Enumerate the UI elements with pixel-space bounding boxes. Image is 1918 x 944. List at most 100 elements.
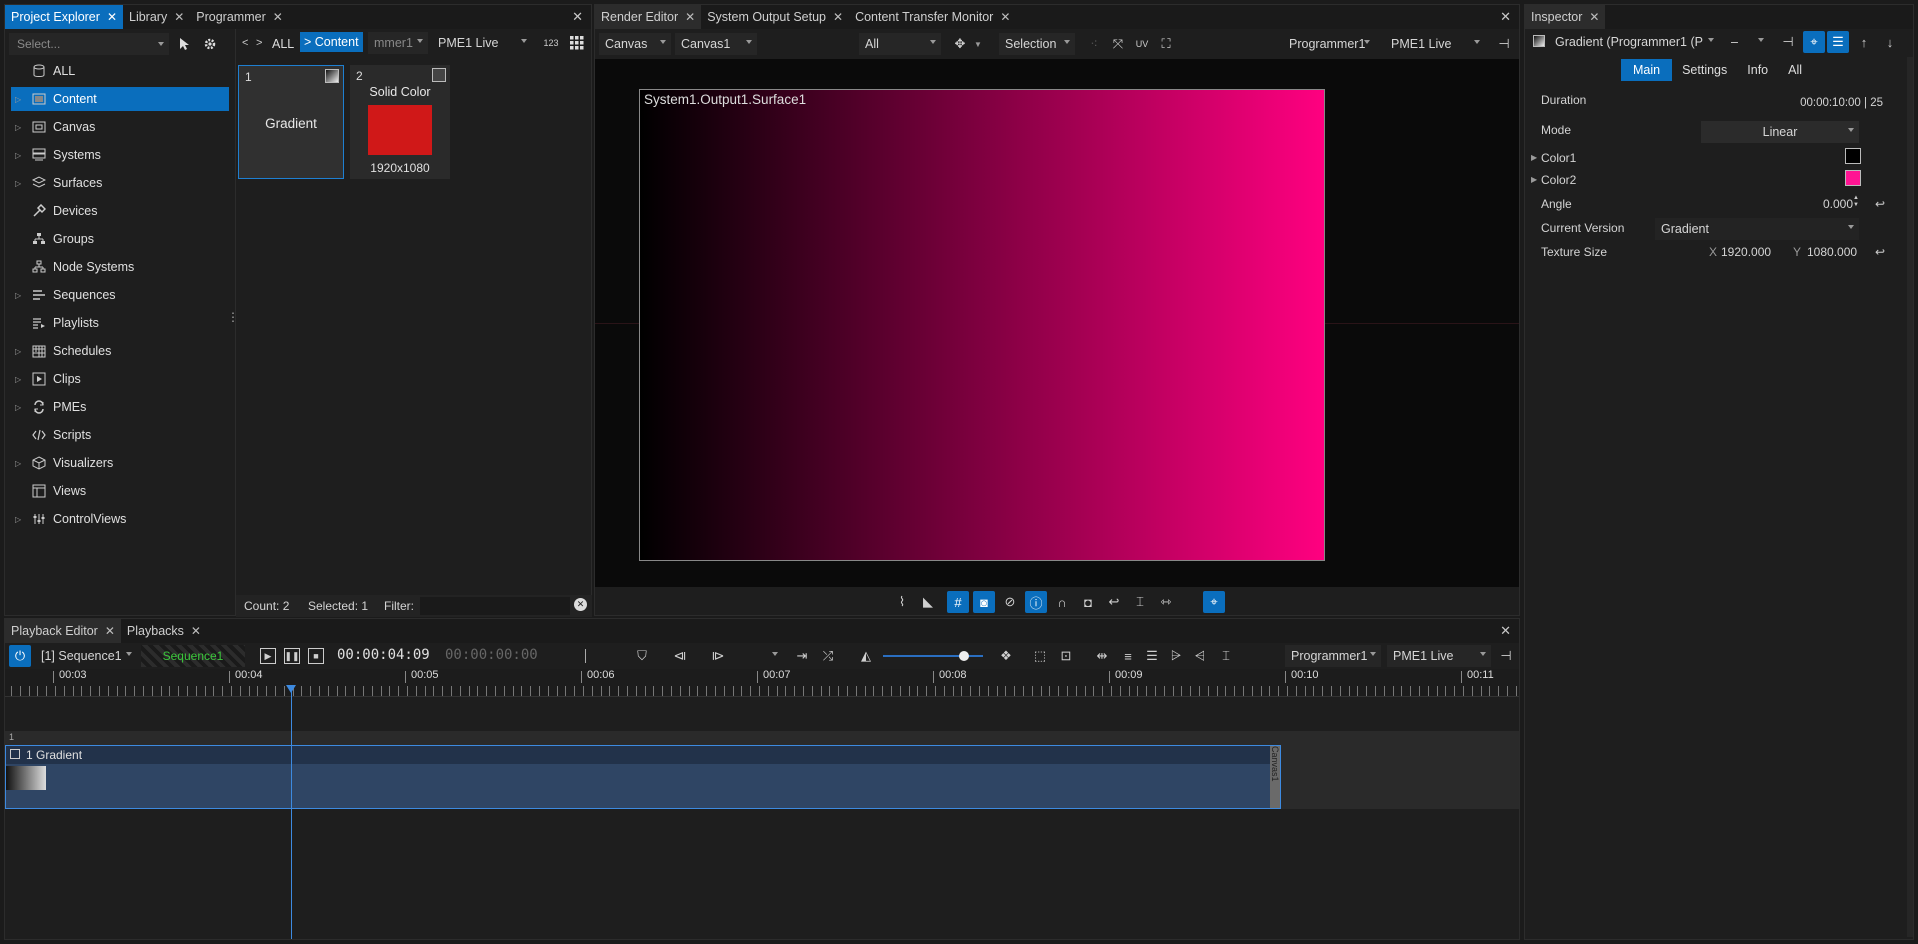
close-icon[interactable]: ✕	[273, 10, 283, 24]
arrow-down-icon[interactable]: ↓	[1879, 31, 1901, 53]
breadcrumb-content[interactable]: > Content	[300, 32, 363, 52]
subtab-main[interactable]: Main	[1621, 59, 1673, 81]
expand-arrow-icon[interactable]: ▷	[15, 347, 25, 356]
tree-item-clips[interactable]: ▷ Clips	[11, 367, 229, 391]
zoom-slider[interactable]	[883, 651, 983, 661]
content-item-solid-color[interactable]: 2 Solid Color 1920x1080	[350, 65, 450, 179]
camera-icon[interactable]: ◙	[973, 591, 995, 613]
uv-icon[interactable]: UV	[1131, 33, 1153, 55]
magnet-icon[interactable]: ∩	[1051, 591, 1073, 613]
close-icon[interactable]: ✕	[105, 624, 115, 638]
mark-out-icon[interactable]: ⧐	[707, 645, 729, 667]
tree-item-systems[interactable]: ▷ Systems	[11, 143, 229, 167]
close-icon[interactable]: ✕	[107, 10, 117, 24]
clear-filter-icon[interactable]: ✕	[574, 598, 587, 611]
tree-item-visualizers[interactable]: ▷ Visualizers	[11, 451, 229, 475]
layers-icon[interactable]: ❖	[995, 645, 1017, 667]
pin-icon[interactable]: ⊣	[1777, 31, 1799, 53]
tree-item-pmes[interactable]: ▷ PMEs	[11, 395, 229, 419]
corner-icon[interactable]: ◣	[917, 591, 939, 613]
subtab-all[interactable]: All	[1778, 59, 1812, 81]
timecode-display[interactable]: 00:00:04:09	[337, 647, 430, 663]
arrow-up-icon[interactable]: ↑	[1853, 31, 1875, 53]
live-dropdown[interactable]: PME1 Live	[432, 32, 532, 54]
gear-icon[interactable]	[199, 33, 221, 55]
nav-forward-button[interactable]: >	[256, 37, 262, 49]
pin-icon[interactable]: ⊣	[1493, 33, 1515, 55]
subtab-settings[interactable]: Settings	[1672, 59, 1737, 81]
programmer-dropdown[interactable]: Programmer1	[1285, 645, 1381, 667]
tab-project-explorer[interactable]: Project Explorer ✕	[5, 5, 123, 29]
close-icon[interactable]: ✕	[174, 10, 184, 24]
version-dropdown[interactable]: Gradient	[1655, 218, 1859, 240]
panel-close-icon[interactable]: ✕	[572, 9, 583, 25]
programmer-dropdown[interactable]: mmer1	[368, 32, 428, 54]
tab-system-output-setup[interactable]: System Output Setup ✕	[701, 5, 849, 29]
subtab-info[interactable]: Info	[1737, 59, 1778, 81]
color1-swatch[interactable]	[1845, 148, 1861, 164]
tab-playbacks[interactable]: Playbacks ✕	[121, 619, 207, 643]
stop-icon[interactable]: ■	[305, 645, 327, 667]
tree-item-devices[interactable]: Devices	[11, 199, 229, 223]
live-dropdown[interactable]: PME1 Live	[1387, 645, 1491, 667]
pin-icon[interactable]: ⊣	[1495, 645, 1517, 667]
fit-icon[interactable]: ⛶	[1155, 33, 1177, 55]
playhead-marker[interactable]	[286, 685, 296, 693]
expand-arrow-icon[interactable]: ▷	[15, 515, 25, 524]
panel-close-icon[interactable]: ✕	[1500, 623, 1511, 639]
zoom-landscape-icon[interactable]: ◭	[855, 645, 877, 667]
tab-library[interactable]: Library ✕	[123, 5, 190, 29]
align-center-icon[interactable]: ≡	[1117, 645, 1139, 667]
tree-item-canvas[interactable]: ▷ Canvas	[11, 115, 229, 139]
pause-icon[interactable]: ❚❚	[281, 645, 303, 667]
undo-icon[interactable]: ↩	[1103, 591, 1125, 613]
close-icon[interactable]: ✕	[685, 10, 695, 24]
chevron-down-icon[interactable]: ▼	[967, 33, 989, 55]
align-stack-icon[interactable]: ☰	[1141, 645, 1163, 667]
horizontal-fit-icon[interactable]: ⇿	[1155, 591, 1177, 613]
waveform-icon[interactable]: ⌇	[891, 591, 913, 613]
tab-inspector[interactable]: Inspector ✕	[1525, 5, 1606, 29]
surface-preview[interactable]: System1.Output1.Surface1	[639, 89, 1325, 561]
canvas-mode-dropdown[interactable]: Canvas	[599, 33, 671, 55]
live-dropdown[interactable]: PME1 Live	[1385, 33, 1485, 55]
expand-arrow-icon[interactable]: ▷	[15, 123, 25, 132]
pointer-icon[interactable]	[173, 33, 195, 55]
inspector-object-dropdown[interactable]: Gradient (Programmer1 (PM	[1549, 31, 1719, 53]
dots-icon[interactable]: ⁖	[1083, 33, 1105, 55]
grid-icon[interactable]: #	[947, 591, 969, 613]
canvas-select-dropdown[interactable]: Canvas1	[675, 33, 757, 55]
expand-arrow-icon[interactable]: ▷	[15, 151, 25, 160]
tree-item-scripts[interactable]: Scripts	[11, 423, 229, 447]
grid-view-icon[interactable]	[566, 32, 588, 54]
tree-item-all[interactable]: ALL	[11, 59, 229, 83]
expand-arrow-icon[interactable]: ▷	[15, 375, 25, 384]
expand-arrow-icon[interactable]: ▷	[15, 95, 25, 104]
expand-arrow-icon[interactable]: ▶	[1531, 153, 1537, 162]
tab-render-editor[interactable]: Render Editor ✕	[595, 5, 702, 29]
shape-icon[interactable]: ⊘	[999, 591, 1021, 613]
transform-icon[interactable]: ⤧	[1107, 33, 1129, 55]
mode-dropdown[interactable]: Linear	[1701, 121, 1859, 143]
programmer-dropdown[interactable]: Programmer1	[1283, 33, 1375, 55]
play-icon[interactable]: ▶	[257, 645, 279, 667]
numbering-button[interactable]: 123	[540, 35, 562, 51]
fit-selection-icon[interactable]: ⊡	[1055, 645, 1077, 667]
render-viewport[interactable]: System1.Output1.Surface1	[595, 59, 1519, 587]
inspector-scrollbar[interactable]	[1907, 57, 1913, 937]
expand-arrow-icon[interactable]: ▷	[15, 179, 25, 188]
clip-end-handle[interactable]: Canvas1	[1270, 746, 1280, 808]
inspector-option-dropdown[interactable]: –	[1725, 31, 1769, 53]
close-icon[interactable]: ✕	[191, 624, 201, 638]
sequence-dropdown[interactable]: [1] Sequence1	[35, 645, 137, 667]
tree-item-node-systems[interactable]: Node Systems	[11, 255, 229, 279]
nav-back-button[interactable]: <	[242, 37, 248, 49]
timeline-clip-gradient[interactable]: 1 Gradient Canvas1	[5, 745, 1281, 809]
tab-programmer[interactable]: Programmer ✕	[190, 5, 289, 29]
panel-close-icon[interactable]: ✕	[1500, 9, 1511, 25]
tree-item-playlists[interactable]: Playlists	[11, 311, 229, 335]
filter-all-dropdown[interactable]: All	[859, 33, 941, 55]
target-icon[interactable]: ⌖	[1203, 591, 1225, 613]
search-select[interactable]: Select...	[9, 33, 169, 55]
angle-stepper[interactable]: ▲ ▼	[1853, 195, 1861, 211]
